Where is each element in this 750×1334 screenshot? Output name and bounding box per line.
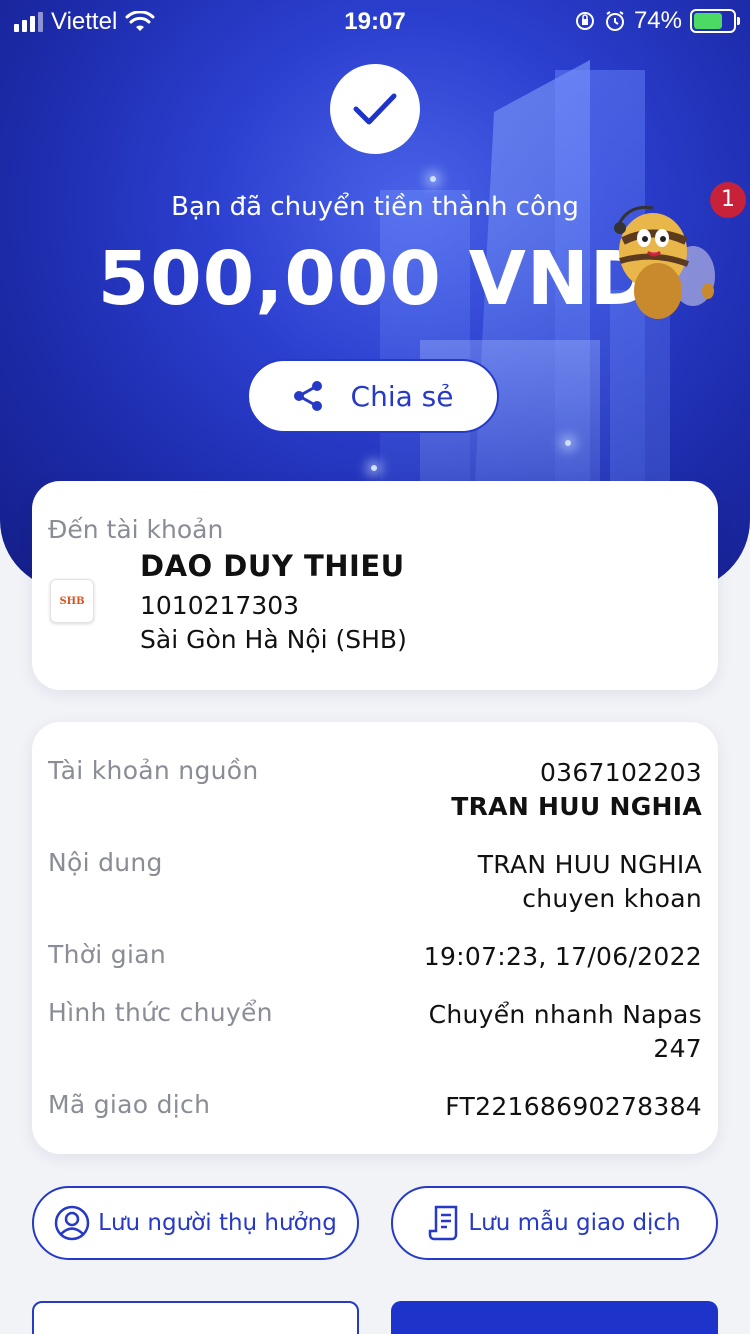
detail-label: Thời gian — [48, 940, 166, 969]
detail-label: Tài khoản nguồn — [48, 756, 259, 785]
background-light — [371, 465, 377, 471]
detail-row-source-account: Tài khoản nguồn 0367102203 TRAN HUU NGHI… — [48, 756, 702, 824]
source-account-name: TRAN HUU NGHIA — [451, 792, 702, 821]
detail-row-transaction-id: Mã giao dịch FT22168690278384 — [48, 1090, 702, 1124]
recipient-name: DAO DUY THIEU — [140, 549, 405, 583]
detail-label: Nội dung — [48, 848, 163, 877]
transaction-id: FT22168690278384 — [445, 1092, 702, 1121]
user-icon — [54, 1205, 90, 1241]
battery-percent: 74% — [633, 7, 682, 34]
transaction-details-card: Tài khoản nguồn 0367102203 TRAN HUU NGHI… — [32, 722, 718, 1154]
source-account-number: 0367102203 — [539, 758, 702, 787]
background-light — [565, 440, 571, 446]
bank-logo-text: SHB — [59, 595, 85, 607]
save-beneficiary-label: Lưu người thụ hưởng — [98, 1210, 337, 1236]
secondary-bottom-button[interactable] — [32, 1301, 359, 1334]
destination-label: Đến tài khoản — [48, 515, 224, 544]
detail-row-time: Thời gian 19:07:23, 17/06/2022 — [48, 940, 702, 974]
background-light — [430, 176, 436, 182]
detail-row-content: Nội dung TRAN HUU NGHIA chuyen khoan — [48, 848, 702, 916]
detail-row-method: Hình thức chuyển Chuyển nhanh Napas 247 — [48, 998, 702, 1066]
detail-label: Mã giao dịch — [48, 1090, 211, 1119]
battery-charging-icon — [690, 9, 740, 33]
save-beneficiary-button[interactable]: Lưu người thụ hưởng — [32, 1186, 359, 1260]
save-template-button[interactable]: Lưu mẫu giao dịch — [391, 1186, 718, 1260]
method-line: 247 — [653, 1034, 702, 1063]
transaction-time: 19:07:23, 17/06/2022 — [423, 942, 702, 971]
primary-bottom-button[interactable] — [391, 1301, 718, 1334]
method-line: Chuyển nhanh Napas — [428, 1000, 702, 1029]
save-template-label: Lưu mẫu giao dịch — [468, 1210, 681, 1236]
status-bar: Viettel 19:07 74% — [0, 0, 750, 42]
notification-badge[interactable]: 1 — [710, 182, 746, 218]
content-line: chuyen khoan — [522, 884, 702, 913]
receipt-icon — [429, 1205, 458, 1241]
recipient-account-number: 1010217303 — [140, 591, 300, 620]
bank-logo: SHB — [50, 579, 94, 623]
recipient-bank-name: Sài Gòn Hà Nội (SHB) — [140, 625, 407, 654]
success-check-icon — [330, 64, 420, 154]
content-line: TRAN HUU NGHIA — [477, 850, 702, 879]
detail-label: Hình thức chuyển — [48, 998, 273, 1027]
share-icon — [293, 381, 322, 411]
alarm-icon — [605, 11, 624, 31]
orientation-lock-icon — [575, 12, 594, 30]
share-label: Chia sẻ — [350, 379, 454, 413]
share-button[interactable]: Chia sẻ — [247, 359, 499, 433]
assistant-mascot-icon[interactable] — [598, 196, 718, 326]
destination-account-card: Đến tài khoản SHB DAO DUY THIEU 10102173… — [32, 481, 718, 690]
